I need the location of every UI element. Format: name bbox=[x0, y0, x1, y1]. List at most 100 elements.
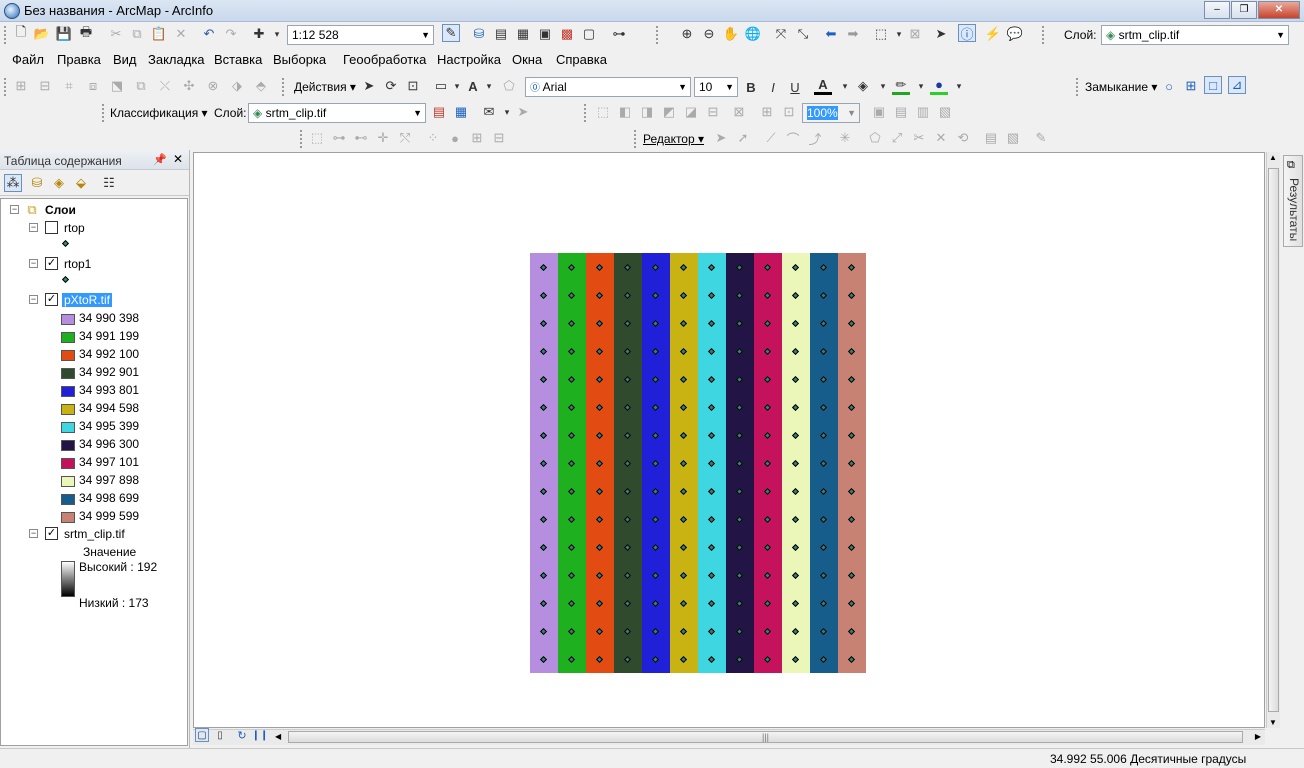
effects-icon[interactable]: ◨ bbox=[638, 103, 656, 121]
results-side-tab[interactable]: ⧉ Результаты bbox=[1283, 155, 1303, 247]
rtop1-point[interactable] bbox=[791, 431, 800, 440]
topology-icon[interactable]: ⊶ bbox=[330, 129, 348, 147]
font-size-select[interactable]: 10 ▼ bbox=[694, 77, 738, 97]
fill-color-dropdown-icon[interactable]: ▾ bbox=[874, 77, 892, 95]
class-label[interactable]: 34 993 801 bbox=[79, 383, 139, 397]
rtop1-point[interactable] bbox=[735, 375, 744, 384]
layer-select[interactable]: ◈ srtm_clip.tif ▼ bbox=[1101, 25, 1289, 45]
class-label[interactable]: 34 997 101 bbox=[79, 455, 139, 469]
rtop1-point[interactable] bbox=[539, 375, 548, 384]
rtop1-point[interactable] bbox=[651, 403, 660, 412]
rtop1-point[interactable] bbox=[679, 347, 688, 356]
collapse-icon[interactable]: − bbox=[29, 223, 38, 232]
rtop1-point[interactable] bbox=[847, 599, 856, 608]
scroll-left-icon[interactable]: ◀ bbox=[275, 732, 281, 741]
class-color-swatch[interactable] bbox=[61, 332, 75, 343]
class-color-swatch[interactable] bbox=[61, 422, 75, 433]
edit-tool-icon[interactable]: ➤ bbox=[712, 129, 730, 147]
zoom-whole-page-icon[interactable]: ⊡ bbox=[404, 77, 422, 95]
rtop1-point[interactable] bbox=[567, 459, 576, 468]
rtop1-point[interactable] bbox=[539, 319, 548, 328]
rtop1-point[interactable] bbox=[623, 543, 632, 552]
rtop1-point[interactable] bbox=[679, 459, 688, 468]
select-training-icon[interactable]: ➤ bbox=[514, 103, 532, 121]
save-icon[interactable]: 💾 bbox=[55, 25, 73, 43]
search-window-icon[interactable]: ▩ bbox=[558, 25, 576, 43]
font-color-dropdown-icon[interactable]: ▾ bbox=[836, 77, 854, 95]
rtop1-point[interactable] bbox=[819, 431, 828, 440]
draw-polygon-icon[interactable]: ✉ bbox=[480, 103, 498, 121]
rtop1-point[interactable] bbox=[595, 627, 604, 636]
rtop1-point[interactable] bbox=[735, 291, 744, 300]
rtop1-point[interactable] bbox=[567, 571, 576, 580]
topology-icon[interactable]: ⊟ bbox=[490, 129, 508, 147]
menu-insert[interactable]: Вставка bbox=[214, 52, 262, 67]
rtop1-point[interactable] bbox=[763, 403, 772, 412]
class-label[interactable]: 34 992 100 bbox=[79, 347, 139, 361]
class-label[interactable]: 34 998 699 bbox=[79, 491, 139, 505]
rtop1-point[interactable] bbox=[707, 627, 716, 636]
close-button[interactable]: ✕ bbox=[1258, 1, 1300, 19]
rtop1-point[interactable] bbox=[567, 319, 576, 328]
layer-visibility-checkbox[interactable] bbox=[45, 221, 58, 234]
horizontal-scrollbar[interactable]: ▢ ▯ ↻ ❙❙ ◀ ||| ▶ bbox=[193, 728, 1265, 745]
rtop1-point[interactable] bbox=[651, 655, 660, 664]
toolbar-grip[interactable] bbox=[300, 130, 306, 148]
menu-bookmarks[interactable]: Закладка bbox=[148, 52, 205, 67]
menu-view[interactable]: Вид bbox=[113, 52, 137, 67]
rtop1-point[interactable] bbox=[735, 515, 744, 524]
rtop1-point[interactable] bbox=[539, 291, 548, 300]
end-snapping-icon[interactable]: ⊞ bbox=[1182, 77, 1200, 95]
rtop1-point[interactable] bbox=[763, 543, 772, 552]
rtop1-point[interactable] bbox=[735, 543, 744, 552]
rtop1-point[interactable] bbox=[847, 515, 856, 524]
toolbar-grip[interactable] bbox=[1076, 78, 1082, 96]
rtop1-point[interactable] bbox=[707, 431, 716, 440]
delete-icon[interactable]: ✕ bbox=[172, 25, 190, 43]
class-label[interactable]: 34 991 199 bbox=[79, 329, 139, 343]
effects-icon[interactable]: ◪ bbox=[682, 103, 700, 121]
scroll-down-icon[interactable]: ▼ bbox=[1269, 718, 1277, 727]
toolbar-grip[interactable] bbox=[634, 130, 640, 148]
layer-rtop-label[interactable]: rtop bbox=[64, 221, 85, 235]
rtop1-point[interactable] bbox=[735, 571, 744, 580]
rtop1-point[interactable] bbox=[595, 347, 604, 356]
menu-geoprocessing[interactable]: Геообработка bbox=[343, 52, 426, 67]
rtop1-point[interactable] bbox=[623, 655, 632, 664]
effects-icon[interactable]: ⊞ bbox=[758, 103, 776, 121]
new-document-icon[interactable]: 🗋 bbox=[12, 24, 30, 43]
text-dropdown-icon[interactable]: ▾ bbox=[480, 77, 498, 95]
rtop1-point[interactable] bbox=[595, 459, 604, 468]
rtop1-point[interactable] bbox=[847, 571, 856, 580]
class-color-swatch[interactable] bbox=[61, 314, 75, 325]
rtop1-point[interactable] bbox=[819, 627, 828, 636]
rtop1-point[interactable] bbox=[735, 403, 744, 412]
layers-root-label[interactable]: Слои bbox=[45, 203, 76, 217]
rtop1-point[interactable] bbox=[819, 291, 828, 300]
toolbar-grip[interactable] bbox=[584, 104, 590, 122]
rtop1-point[interactable] bbox=[539, 487, 548, 496]
edit-annotation-icon[interactable]: ➚ bbox=[734, 129, 752, 147]
arctoolbox-icon[interactable]: ▦ bbox=[514, 25, 532, 43]
actions-menu[interactable]: Действия ▾ bbox=[294, 80, 356, 94]
rtop1-point[interactable] bbox=[791, 263, 800, 272]
class-label[interactable]: 34 997 898 bbox=[79, 473, 139, 487]
rtop1-point[interactable] bbox=[567, 403, 576, 412]
pause-drawing-icon[interactable]: ❙❙ bbox=[252, 728, 269, 742]
rtop1-point[interactable] bbox=[539, 515, 548, 524]
line-color-icon[interactable]: ✏ bbox=[892, 77, 910, 95]
rtop1-point[interactable] bbox=[707, 263, 716, 272]
options-icon[interactable]: ☷ bbox=[100, 174, 118, 192]
rtop1-point[interactable] bbox=[847, 459, 856, 468]
rtop1-point[interactable] bbox=[735, 655, 744, 664]
rtop1-point[interactable] bbox=[623, 403, 632, 412]
zoom-out-icon[interactable]: ⊖ bbox=[700, 25, 718, 43]
rtop1-point[interactable] bbox=[679, 403, 688, 412]
topology-icon[interactable]: ⬚ bbox=[308, 129, 326, 147]
open-folder-icon[interactable]: 📂 bbox=[33, 25, 51, 43]
rtop1-point[interactable] bbox=[847, 543, 856, 552]
layout-view-icon[interactable]: ▯ bbox=[213, 728, 227, 742]
rtop1-point[interactable] bbox=[651, 263, 660, 272]
georef-tool-icon[interactable]: ⧉ bbox=[132, 77, 150, 95]
rtop1-point[interactable] bbox=[567, 347, 576, 356]
